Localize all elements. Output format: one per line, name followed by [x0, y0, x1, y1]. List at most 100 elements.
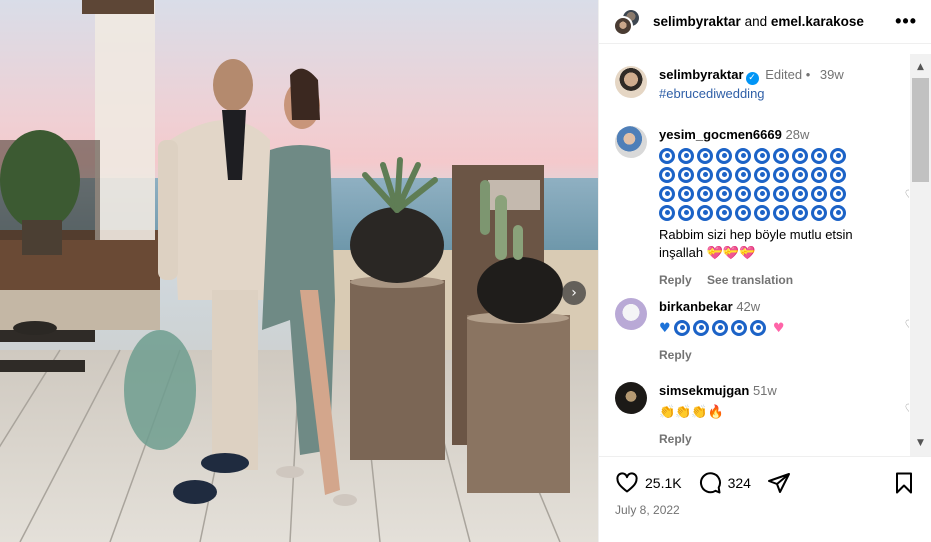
comment-actions: Reply See translation	[659, 271, 881, 289]
post-authors: selimbyraktar and emel.karakose	[653, 14, 895, 29]
see-translation-button[interactable]: See translation	[707, 273, 793, 287]
clapping-hands-icon: 👏👏👏	[659, 405, 708, 420]
evil-eye-icon	[773, 185, 789, 202]
comment-username[interactable]: yesim_gocmen6669	[659, 127, 782, 142]
fire-icon: 🔥	[707, 405, 724, 420]
evil-eye-icon	[830, 166, 846, 183]
comment-text-line: inşallah	[659, 245, 704, 260]
evil-eye-icon	[716, 166, 732, 183]
evil-eye-icon	[678, 185, 694, 202]
separator-dot: •	[805, 67, 811, 82]
caption: selimbyraktar ✓ Edited • 39w #ebrucediwed…	[615, 66, 844, 103]
evil-eye-icon	[830, 204, 846, 221]
evil-eye-icon	[792, 185, 808, 202]
reply-button[interactable]: Reply	[659, 348, 692, 362]
evil-eye-icon	[678, 204, 694, 221]
comment-time[interactable]: 28w	[785, 127, 809, 142]
comment-text-line: Rabbim sizi hep böyle mutlu etsin	[659, 227, 853, 242]
comments-count[interactable]: 324	[728, 475, 751, 491]
reply-button[interactable]: Reply	[659, 273, 692, 287]
evil-eye-icon	[731, 319, 748, 336]
evil-eye-icon	[811, 185, 827, 202]
evil-eye-icon	[754, 185, 770, 202]
comment-time[interactable]: 42w	[736, 299, 760, 314]
comments-list: selimbyraktar ✓ Edited • 39w #ebrucediwed…	[599, 54, 909, 454]
post-header: selimbyraktar and emel.karakose •••	[599, 0, 931, 44]
author-link[interactable]: selimbyraktar	[653, 14, 741, 29]
evil-eye-icon	[811, 147, 827, 164]
evil-eye-icon	[712, 319, 729, 336]
comment-text: Rabbim sizi hep böyle mutlu etsin inşall…	[659, 226, 881, 263]
evil-eye-icon	[716, 147, 732, 164]
caption-time[interactable]: 39w	[820, 67, 844, 82]
evil-eye-icon	[792, 166, 808, 183]
evil-eye-icon	[830, 147, 846, 164]
evil-eye-icon	[735, 166, 751, 183]
collab-avatar[interactable]	[613, 7, 641, 36]
blue-heart-icon: ♥	[659, 321, 671, 336]
evil-eye-icon	[754, 204, 770, 221]
list-item: simsekmujgan 51w 👏👏👏🔥 Reply ♡	[615, 382, 909, 448]
more-options-button[interactable]: •••	[895, 11, 917, 32]
more-horizontal-icon: •••	[895, 11, 917, 31]
caption-username[interactable]: selimbyraktar	[659, 67, 744, 82]
hashtag-link[interactable]: #ebrucediwedding	[659, 85, 844, 103]
evil-eye-icon	[693, 319, 710, 336]
save-bookmark-icon[interactable]	[892, 471, 916, 495]
comment-bubble-icon[interactable]	[698, 471, 722, 495]
share-paper-plane-icon[interactable]	[767, 471, 791, 495]
list-item: birkanbekar 42w ♥ ♥ Reply ♡	[615, 298, 909, 364]
comment-username[interactable]: birkanbekar	[659, 299, 733, 314]
next-photo-button[interactable]: ›	[562, 281, 586, 305]
comment-username[interactable]: simsekmujgan	[659, 383, 749, 398]
reply-button[interactable]: Reply	[659, 432, 692, 446]
avatar[interactable]	[615, 298, 647, 330]
comment-emoji-block: 👏👏👏🔥	[659, 403, 881, 422]
evil-eye-icon	[811, 204, 827, 221]
like-comment-heart-icon[interactable]: ♡	[904, 188, 909, 204]
avatar	[613, 15, 633, 36]
evil-eye-icon	[659, 147, 675, 164]
avatar[interactable]	[615, 66, 647, 98]
evil-eye-icon	[735, 204, 751, 221]
scroll-up-arrow-icon[interactable]: ▲	[910, 58, 931, 76]
like-comment-heart-icon[interactable]: ♡	[904, 318, 909, 334]
evil-eye-icon	[792, 147, 808, 164]
post-date[interactable]: July 8, 2022	[615, 503, 680, 517]
evil-eye-icon	[716, 185, 732, 202]
love-letter-emoji-icon: 💝💝💝	[706, 246, 756, 261]
evil-eye-icon	[659, 204, 675, 221]
scroll-down-arrow-icon[interactable]: ▼	[910, 434, 931, 452]
and-text: and	[744, 14, 768, 29]
comment-time[interactable]: 51w	[753, 383, 777, 398]
evil-eye-icon	[697, 166, 713, 183]
evil-eye-icon	[792, 204, 808, 221]
evil-eye-icon	[735, 185, 751, 202]
evil-eye-icon	[674, 319, 691, 336]
evil-eye-icon	[716, 204, 732, 221]
evil-eye-icon	[697, 204, 713, 221]
like-heart-icon[interactable]	[615, 471, 639, 495]
evil-eye-icon	[697, 147, 713, 164]
evil-eye-icon	[659, 166, 675, 183]
verified-badge-icon: ✓	[745, 72, 759, 85]
author-link[interactable]: emel.karakose	[771, 14, 864, 29]
evil-eye-icon	[750, 319, 767, 336]
comment-actions: Reply	[659, 346, 881, 364]
avatar[interactable]	[615, 382, 647, 414]
avatar[interactable]	[615, 126, 647, 158]
evil-eye-icon	[773, 204, 789, 221]
comments-scrollbar[interactable]: ▲ ▼	[910, 54, 931, 456]
evil-eye-icon	[811, 166, 827, 183]
evil-eye-icon	[659, 185, 675, 202]
evil-eye-icon	[697, 185, 713, 202]
like-comment-heart-icon[interactable]: ♡	[904, 402, 909, 418]
likes-count[interactable]: 25.1K	[645, 475, 682, 491]
evil-eye-icon	[754, 166, 770, 183]
photo-illustration	[0, 0, 598, 542]
pink-heart-icon: ♥	[772, 321, 785, 336]
evil-eye-icon	[678, 166, 694, 183]
post-photo[interactable]: ›	[0, 0, 598, 542]
scrollbar-thumb[interactable]	[912, 78, 929, 182]
post-sidebar: selimbyraktar and emel.karakose ••• seli…	[598, 0, 931, 542]
